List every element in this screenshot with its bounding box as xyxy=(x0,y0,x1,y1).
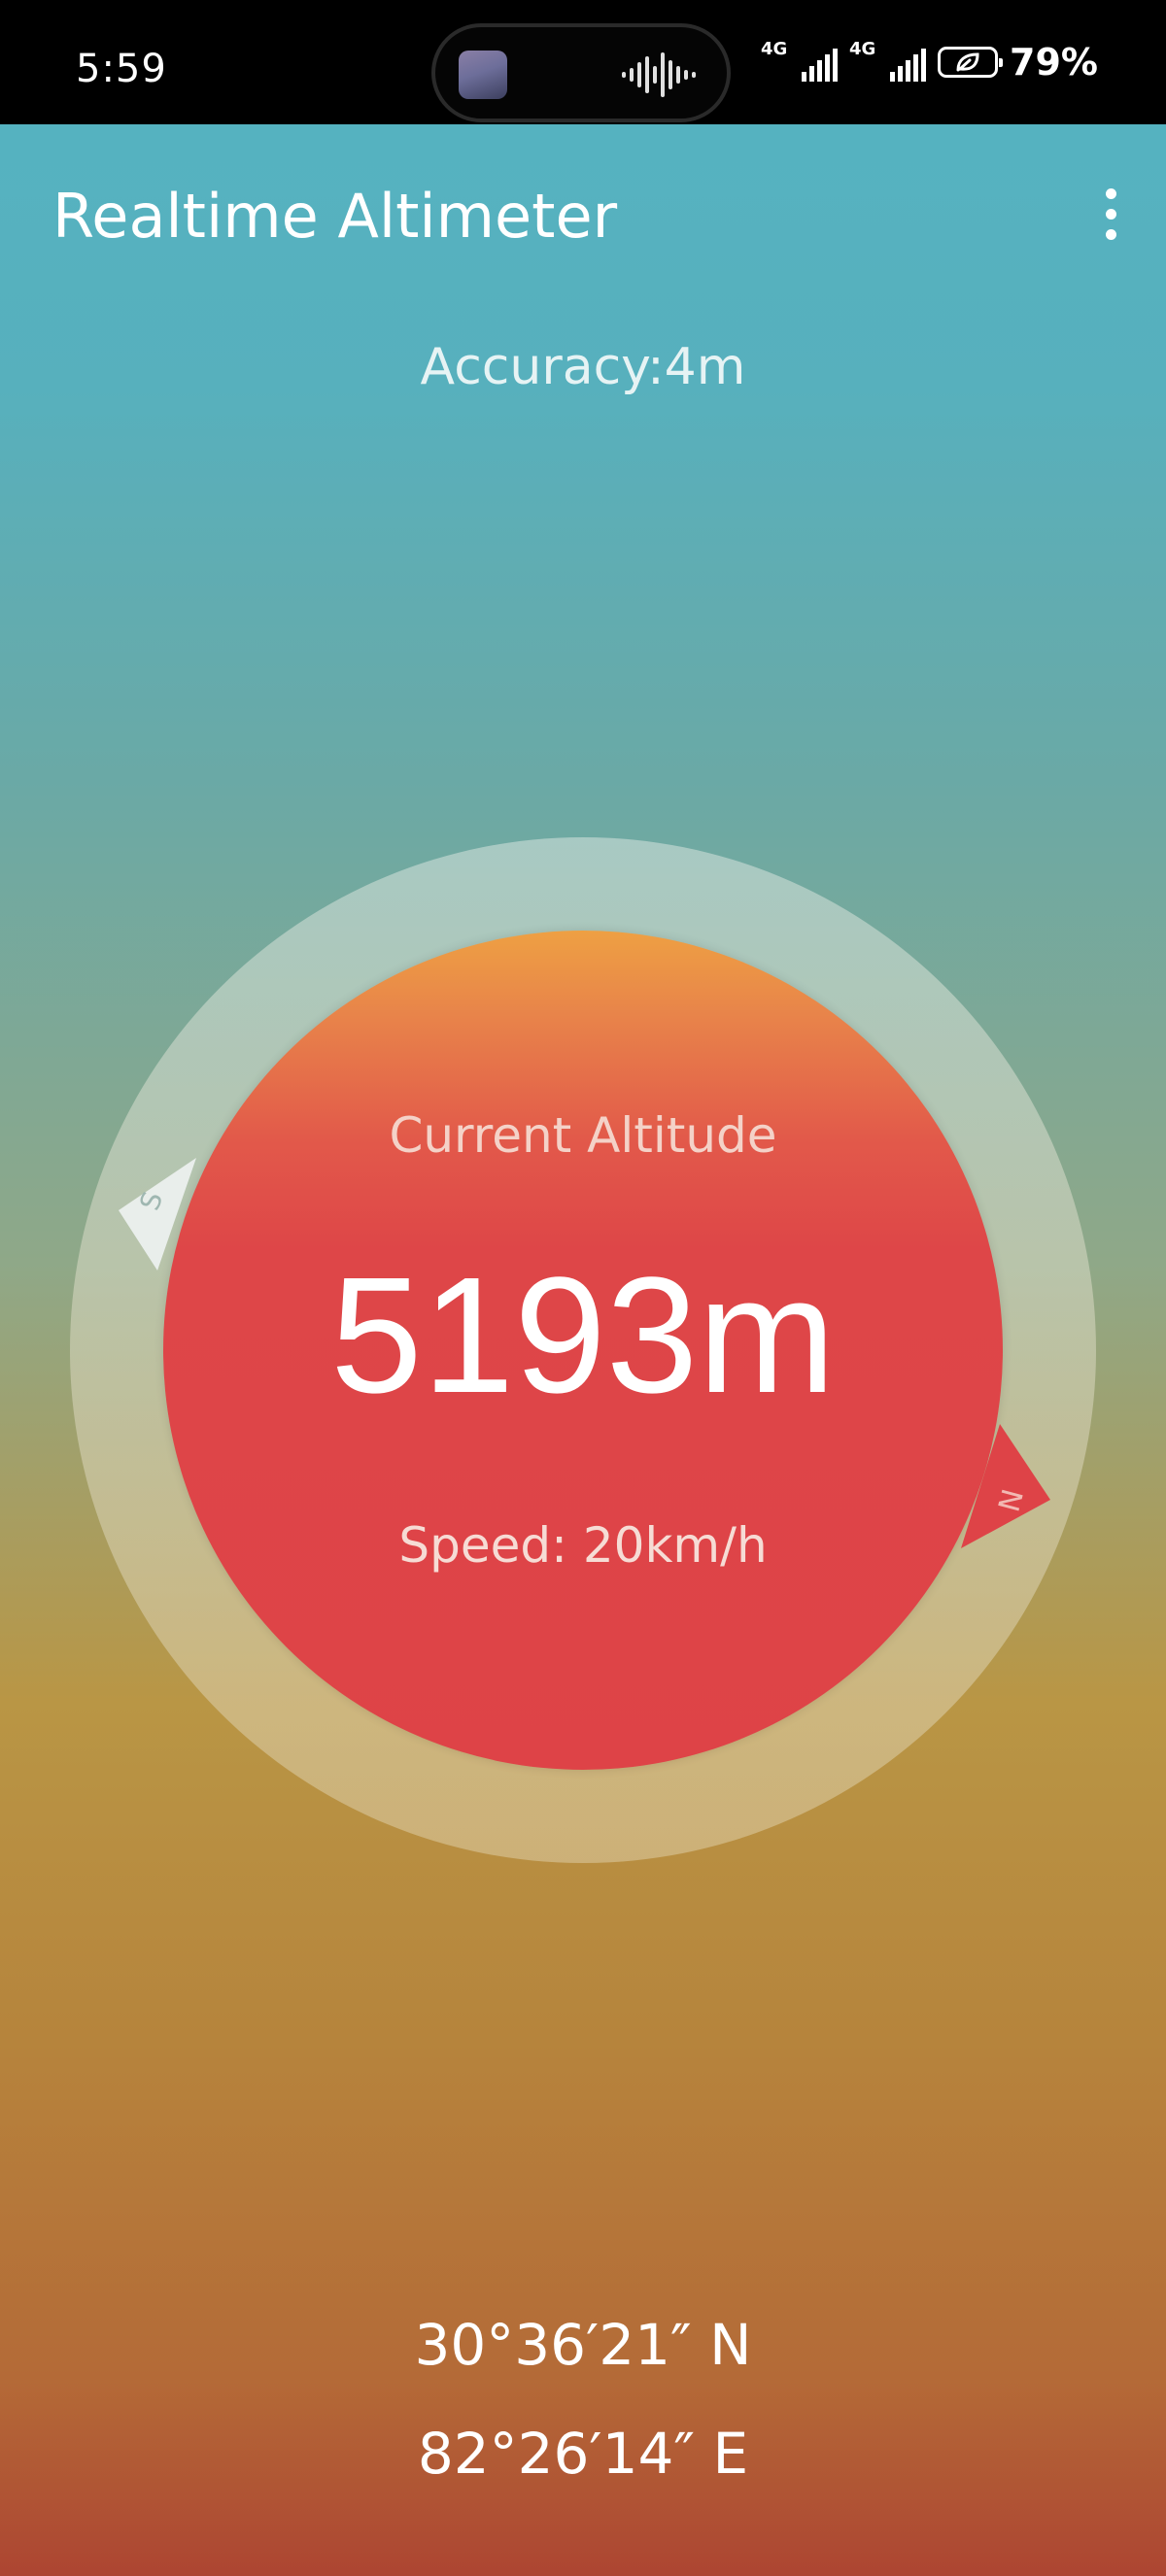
battery-icon xyxy=(938,47,1004,78)
latitude-text: 30°36′21″ N xyxy=(414,2312,752,2378)
more-options-icon[interactable] xyxy=(1077,175,1145,253)
audio-waveform-icon xyxy=(622,52,696,97)
dynamic-island[interactable] xyxy=(431,23,731,122)
altitude-value: 5193m xyxy=(330,1243,836,1428)
battery-percent: 79% xyxy=(1010,41,1098,84)
signal-1-icon: 4G xyxy=(761,39,839,82)
status-bar: 5:59 4G 4G 79% xyxy=(0,0,1166,124)
speed-text: Speed: 20km/h xyxy=(398,1517,768,1574)
app-title: Realtime Altimeter xyxy=(52,181,618,252)
altitude-label: Current Altitude xyxy=(389,1107,777,1164)
accuracy-text: Accuracy:4m xyxy=(420,338,746,396)
longitude-text: 82°26′14″ E xyxy=(417,2421,749,2487)
media-thumbnail xyxy=(459,51,507,99)
leaf-icon xyxy=(956,52,979,72)
signal-2-icon: 4G xyxy=(849,39,927,82)
status-indicators: 4G 4G 79% xyxy=(761,39,1098,84)
status-time: 5:59 xyxy=(76,47,167,91)
